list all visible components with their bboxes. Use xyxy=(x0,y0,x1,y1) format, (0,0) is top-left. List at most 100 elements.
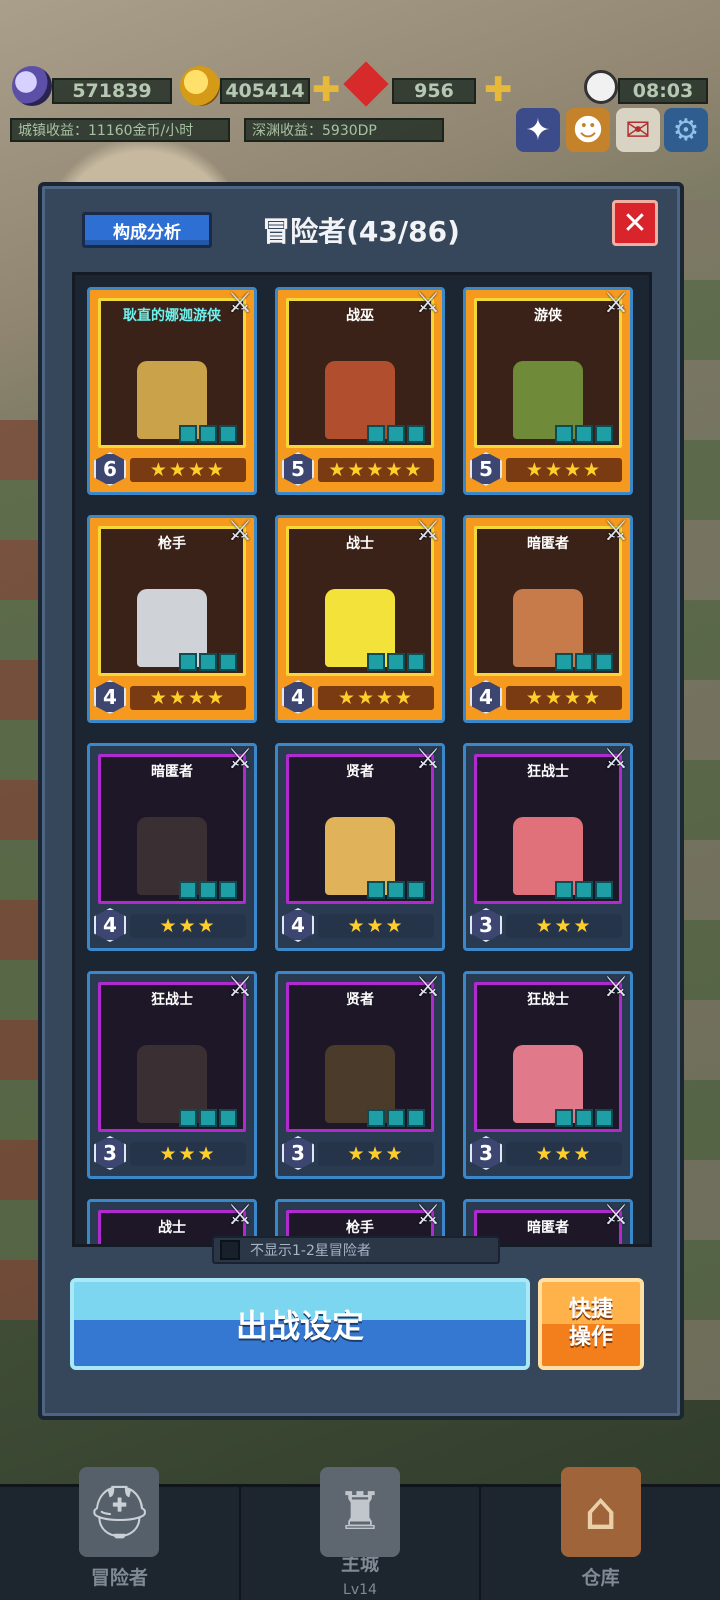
weapon-slot-icon xyxy=(555,425,573,443)
equipment-slots xyxy=(555,425,613,443)
armor-slot-icon xyxy=(575,425,593,443)
card-portrait-frame: 战巫 xyxy=(286,298,434,448)
adventurer-level-badge: 3 xyxy=(282,1136,314,1170)
crossed-swords-icon[interactable]: ⚔ xyxy=(410,284,446,320)
crossed-swords-icon[interactable]: ⚔ xyxy=(222,284,258,320)
boots-slot-icon xyxy=(407,881,425,899)
adventurer-level-badge: 4 xyxy=(282,908,314,942)
crossed-swords-icon[interactable]: ⚔ xyxy=(410,512,446,548)
adventurer-card[interactable]: 贤者 ⚔ 3 ★★★ xyxy=(275,968,446,1179)
adventurer-card[interactable]: 狂战士 ⚔ 3 ★★★ xyxy=(87,968,258,1179)
crossed-swords-icon[interactable]: ⚔ xyxy=(598,968,634,1004)
gold-resource: 405414 xyxy=(220,78,310,104)
equipment-slots xyxy=(367,653,425,671)
adventurer-card[interactable]: 暗匿者 ⚔ 4 ★★★ xyxy=(87,740,258,951)
nav-adventurer[interactable]: ⛑ 冒险者 xyxy=(0,1467,241,1600)
gold-value: 405414 xyxy=(225,80,305,102)
nav-warehouse-label: 仓库 xyxy=(581,1567,620,1589)
adventurer-level-badge: 4 xyxy=(470,680,502,714)
weapon-slot-icon xyxy=(367,1109,385,1127)
close-button[interactable]: ✕ xyxy=(612,200,658,246)
equipment-slots xyxy=(179,1109,237,1127)
card-portrait-frame: 暗匿者 xyxy=(474,526,622,676)
equipment-slots xyxy=(179,425,237,443)
equipment-slots xyxy=(367,1109,425,1127)
crossed-swords-icon[interactable]: ⚔ xyxy=(222,1196,258,1232)
boots-slot-icon xyxy=(407,653,425,671)
weapon-slot-icon xyxy=(179,653,197,671)
gear-icon[interactable]: ⚙ xyxy=(664,108,708,152)
star-rating: ★★★ xyxy=(318,1142,434,1166)
bottom-nav: ⛑ 冒险者 ♜ 主城 Lv14 ⌂ 仓库 xyxy=(0,1467,720,1600)
adventurer-card[interactable]: 狂战士 ⚔ 3 ★★★ xyxy=(463,968,634,1179)
adventurer-card[interactable]: 战士 ⚔ 4 ★★★★ xyxy=(275,512,446,723)
clock-time: 08:03 xyxy=(632,80,694,102)
add-gem-button[interactable]: ✚ xyxy=(484,70,513,110)
nav-adventurer-label: 冒险者 xyxy=(90,1567,148,1589)
weapon-slot-icon xyxy=(179,425,197,443)
star-rating: ★★★★ xyxy=(130,458,246,482)
star-rating: ★★★ xyxy=(506,914,622,938)
crossed-swords-icon[interactable]: ⚔ xyxy=(222,740,258,776)
boots-slot-icon xyxy=(407,1109,425,1127)
adventurer-card[interactable]: 耿直的娜迦游侠 ⚔ 6 ★★★★ xyxy=(87,284,258,495)
crossed-swords-icon[interactable]: ⚔ xyxy=(410,740,446,776)
card-portrait-frame: 游侠 xyxy=(474,298,622,448)
mail-icon[interactable]: ✉ xyxy=(616,108,660,152)
panel-title: 冒险者(43/86) xyxy=(262,215,460,248)
weapon-slot-icon xyxy=(179,881,197,899)
armor-slot-icon xyxy=(575,1109,593,1127)
checkbox-icon[interactable] xyxy=(220,1240,240,1260)
equipment-slots xyxy=(179,881,237,899)
adventurer-level-badge: 4 xyxy=(94,680,126,714)
crossed-swords-icon[interactable]: ⚔ xyxy=(598,512,634,548)
abyss-income-label: 深渊收益：5930DP xyxy=(244,118,444,142)
moon-icon xyxy=(12,66,52,106)
adventurer-level-badge: 3 xyxy=(470,1136,502,1170)
clock-display: 08:03 xyxy=(618,78,708,104)
armor-slot-icon xyxy=(199,1109,217,1127)
adventurer-card[interactable]: 暗匿者 ⚔ 4 ★★★★ xyxy=(463,512,634,723)
star-rating: ★★★★ xyxy=(506,686,622,710)
crossed-swords-icon[interactable]: ⚔ xyxy=(222,968,258,1004)
crossed-swords-icon[interactable]: ⚔ xyxy=(410,1196,446,1232)
hide-low-star-toggle[interactable]: 不显示1-2星冒险者 xyxy=(212,1236,500,1264)
adventurer-card[interactable]: 游侠 ⚔ 5 ★★★★ xyxy=(463,284,634,495)
weapon-slot-icon xyxy=(367,881,385,899)
armor-slot-icon xyxy=(575,653,593,671)
knight-helmet-icon: ⛑ xyxy=(79,1467,160,1557)
armor-slot-icon xyxy=(575,881,593,899)
equipment-slots xyxy=(555,881,613,899)
star-rating: ★★★ xyxy=(130,1142,246,1166)
armor-slot-icon xyxy=(199,653,217,671)
adventurer-panel: 构成分析 冒险者(43/86) ✕ 耿直的娜迦游侠 ⚔ 6 ★★★★ 战巫 ⚔ 5 ★★★★★… xyxy=(38,182,684,1420)
adventurer-card[interactable]: 枪手 ⚔ 4 ★★★★ xyxy=(87,512,258,723)
adventurer-grid[interactable]: 耿直的娜迦游侠 ⚔ 6 ★★★★ 战巫 ⚔ 5 ★★★★★ 游侠 ⚔ 5 ★★★★ 枪手 ⚔ 4 ★★★★ 战士… xyxy=(72,272,652,1247)
quick-action-button[interactable]: 快捷 操作 xyxy=(538,1278,644,1370)
armor-slot-icon xyxy=(387,1109,405,1127)
crossed-swords-icon[interactable]: ⚔ xyxy=(222,512,258,548)
crossed-swords-icon[interactable]: ⚔ xyxy=(410,968,446,1004)
equipment-slots xyxy=(555,1109,613,1127)
crossed-swords-icon[interactable]: ⚔ xyxy=(598,740,634,776)
crossed-swords-icon[interactable]: ⚔ xyxy=(598,1196,634,1232)
star-rating: ★★★ xyxy=(130,914,246,938)
nav-warehouse[interactable]: ⌂ 仓库 xyxy=(481,1467,720,1600)
card-portrait-frame: 暗匿者 xyxy=(98,754,246,904)
weapon-slot-icon xyxy=(367,653,385,671)
card-portrait-frame: 狂战士 xyxy=(98,982,246,1132)
equipment-slots xyxy=(179,653,237,671)
star-rating: ★★★★★ xyxy=(318,458,434,482)
adventurer-card[interactable]: 狂战士 ⚔ 3 ★★★ xyxy=(463,740,634,951)
crossed-swords-icon[interactable]: ⚔ xyxy=(598,284,634,320)
nav-main-city[interactable]: ♜ 主城 Lv14 xyxy=(241,1467,482,1600)
adventurer-card[interactable]: 贤者 ⚔ 4 ★★★ xyxy=(275,740,446,951)
deploy-settings-button[interactable]: 出战设定 xyxy=(70,1278,530,1370)
armor-slot-icon xyxy=(387,653,405,671)
hero-portrait-icon[interactable]: ☻ xyxy=(566,108,610,152)
squid-icon[interactable]: ✦ xyxy=(516,108,560,152)
adventurer-card[interactable]: 战巫 ⚔ 5 ★★★★★ xyxy=(275,284,446,495)
boots-slot-icon xyxy=(219,881,237,899)
add-gold-button[interactable]: ✚ xyxy=(312,70,341,110)
gem-value: 956 xyxy=(414,80,454,102)
